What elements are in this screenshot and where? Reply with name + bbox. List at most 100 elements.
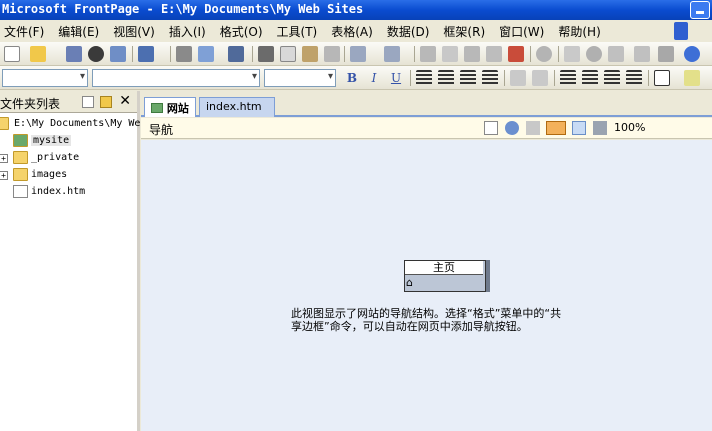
tree-item-mysite[interactable]: mysite	[0, 133, 137, 150]
align-left-icon[interactable]	[416, 70, 432, 86]
menu-view[interactable]: 视图(V)	[106, 23, 162, 40]
justify-icon[interactable]	[482, 70, 498, 86]
window-title: Microsoft FrontPage - E:\My Documents\My…	[2, 2, 364, 16]
tab-label: 网站	[166, 102, 189, 115]
insert-layer-icon[interactable]	[464, 46, 480, 62]
redo-icon[interactable]	[384, 46, 400, 62]
decrease-indent-icon[interactable]	[604, 70, 620, 86]
menu-tools[interactable]: 工具(T)	[270, 23, 325, 40]
insert-picture-icon[interactable]	[486, 46, 502, 62]
navigation-canvas[interactable]: 主页 ⌂ 此视图显示了网站的导航结构。选择“格式”菜单中的“共 享边框”命令，可…	[141, 140, 712, 431]
menu-window[interactable]: 窗口(W)	[492, 23, 551, 40]
navigation-bar-icon[interactable]	[526, 121, 540, 135]
toolbar-separator	[410, 70, 411, 86]
toolbar-separator	[252, 46, 253, 62]
increase-font-icon[interactable]	[510, 70, 526, 86]
tab-label: index.htm	[206, 100, 262, 113]
tab-website[interactable]: 网站	[144, 97, 196, 117]
expand-icon[interactable]: +	[0, 171, 8, 180]
node-title: 主页	[405, 261, 483, 275]
tree-item-label: index.htm	[31, 186, 86, 197]
toolbar-separator	[648, 70, 649, 86]
increase-indent-icon[interactable]	[626, 70, 642, 86]
menu-insert[interactable]: 插入(I)	[162, 23, 213, 40]
highlight-icon[interactable]	[684, 70, 700, 86]
minimize-button[interactable]	[690, 1, 710, 19]
zoom-icon[interactable]	[593, 121, 607, 135]
preview-icon[interactable]	[198, 46, 214, 62]
open-folder-icon[interactable]	[30, 46, 46, 62]
cut-icon[interactable]	[258, 46, 274, 62]
tree-item-label: images	[31, 169, 68, 180]
spelling-icon[interactable]	[228, 46, 244, 62]
underline-button[interactable]: U	[387, 69, 405, 87]
hyperlink-icon[interactable]	[536, 46, 552, 62]
search-icon[interactable]	[88, 46, 104, 62]
standard-toolbar	[0, 42, 712, 66]
new-page-icon[interactable]	[82, 96, 94, 108]
numbering-icon[interactable]	[560, 70, 576, 86]
stop-icon[interactable]	[586, 46, 602, 62]
tab-index-htm[interactable]: index.htm	[199, 97, 275, 117]
web-component-icon[interactable]	[420, 46, 436, 62]
tree-root[interactable]: E:\My Documents\My Web	[0, 116, 146, 133]
expand-icon[interactable]: +	[0, 154, 8, 163]
italic-button[interactable]: I	[365, 69, 383, 87]
help-icon[interactable]	[684, 46, 700, 62]
anchor-icon[interactable]	[634, 46, 650, 62]
view-title: 导航	[149, 123, 174, 137]
drawing-icon[interactable]	[508, 46, 524, 62]
menu-file[interactable]: 文件(F)	[0, 23, 51, 40]
align-center-icon[interactable]	[438, 70, 454, 86]
toolbar-options-icon[interactable]	[674, 22, 688, 40]
folder-list-header: 文件夹列表 ✕	[0, 91, 137, 113]
align-right-icon[interactable]	[460, 70, 476, 86]
folder-icon	[0, 117, 9, 130]
toolbar-separator	[504, 70, 505, 86]
new-folder-icon[interactable]	[100, 96, 112, 108]
style-dropdown[interactable]	[2, 69, 88, 87]
show-all-icon[interactable]	[608, 46, 624, 62]
format-painter-icon[interactable]	[324, 46, 340, 62]
tree-item-index[interactable]: index.htm	[0, 184, 137, 201]
view-subtree-icon[interactable]	[572, 121, 586, 135]
save-icon[interactable]	[66, 46, 82, 62]
folder-icon	[13, 151, 28, 164]
customize-icon[interactable]	[658, 46, 674, 62]
menu-format[interactable]: 格式(O)	[213, 23, 270, 40]
portrait-landscape-icon[interactable]	[546, 121, 566, 135]
borders-icon[interactable]	[654, 70, 670, 86]
font-dropdown[interactable]	[92, 69, 260, 87]
tree-item-private[interactable]: + _private	[0, 150, 137, 167]
new-page-icon[interactable]	[4, 46, 20, 62]
toggle-pane-icon[interactable]	[138, 46, 154, 62]
close-icon[interactable]: ✕	[119, 93, 131, 109]
print-icon[interactable]	[176, 46, 192, 62]
decrease-font-icon[interactable]	[532, 70, 548, 86]
home-page-node[interactable]: 主页 ⌂	[404, 260, 490, 294]
tree-item-images[interactable]: + images	[0, 167, 137, 184]
bold-button[interactable]: B	[343, 69, 361, 87]
undo-icon[interactable]	[350, 46, 366, 62]
external-link-icon[interactable]	[505, 121, 519, 135]
toolbar-separator	[414, 46, 415, 62]
menu-bar: 文件(F) 编辑(E) 视图(V) 插入(I) 格式(O) 工具(T) 表格(A…	[0, 20, 712, 42]
bullets-icon[interactable]	[582, 70, 598, 86]
menu-edit[interactable]: 编辑(E)	[51, 23, 106, 40]
publish-icon[interactable]	[110, 46, 126, 62]
menu-table[interactable]: 表格(A)	[324, 23, 380, 40]
copy-icon[interactable]	[280, 46, 296, 62]
menu-data[interactable]: 数据(D)	[380, 23, 437, 40]
font-size-dropdown[interactable]	[264, 69, 336, 87]
menu-help[interactable]: 帮助(H)	[551, 23, 607, 40]
toolbar-separator	[554, 70, 555, 86]
zoom-level[interactable]: 100%	[614, 121, 645, 134]
refresh-icon[interactable]	[564, 46, 580, 62]
toolbar-separator	[344, 46, 345, 62]
toolbar-separator	[530, 46, 531, 62]
new-top-page-icon[interactable]	[484, 121, 498, 135]
navigation-hint-text: 此视图显示了网站的导航结构。选择“格式”菜单中的“共 享边框”命令，可以自动在网…	[291, 307, 601, 333]
menu-frames[interactable]: 框架(R)	[436, 23, 492, 40]
paste-icon[interactable]	[302, 46, 318, 62]
insert-table-icon[interactable]	[442, 46, 458, 62]
